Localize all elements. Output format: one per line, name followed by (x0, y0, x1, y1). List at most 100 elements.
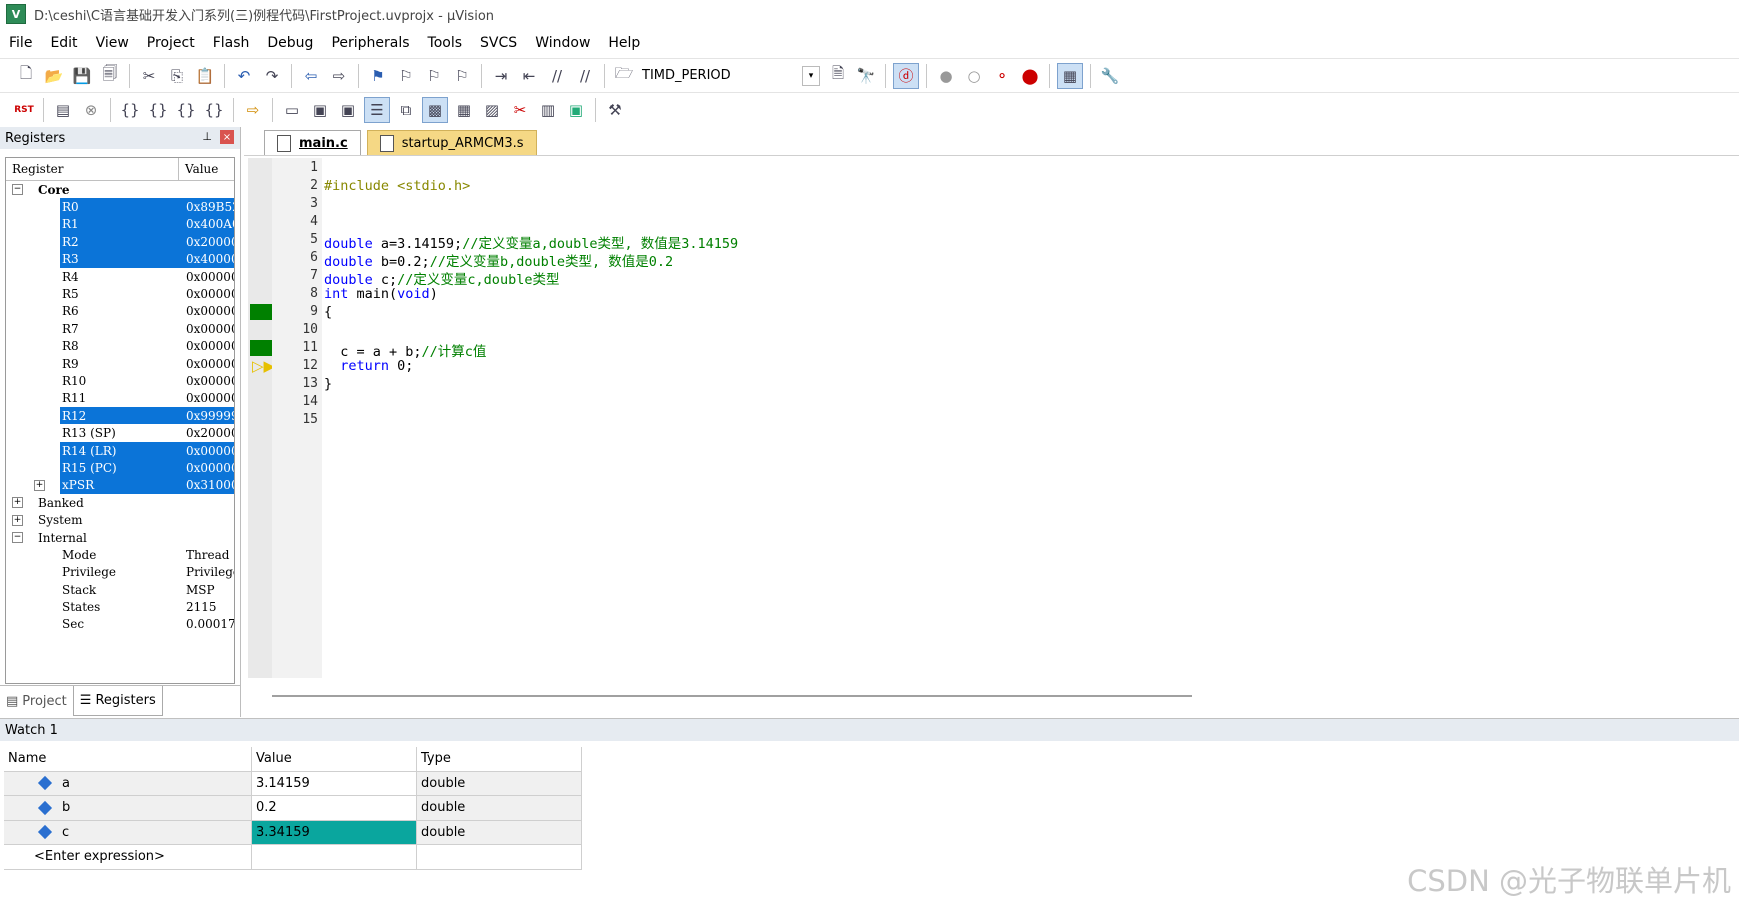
redo-icon[interactable]: ↷ (260, 64, 284, 88)
analysis-window-icon[interactable]: ✂ (508, 98, 532, 122)
register-value[interactable]: 0x31000 (186, 478, 234, 492)
menu-edit[interactable]: Edit (41, 35, 86, 51)
undo-icon[interactable]: ↶ (232, 64, 256, 88)
menu-svcs[interactable]: SVCS (471, 35, 526, 51)
menu-tools[interactable]: Tools (419, 35, 472, 51)
cut-icon[interactable]: ✂ (137, 64, 161, 88)
register-value[interactable]: 0x89B52 (186, 200, 234, 214)
register-value[interactable]: 0x00000 (186, 339, 234, 353)
run-to-cursor-icon[interactable]: {} (202, 98, 226, 122)
stop-icon[interactable]: ⊗ (79, 98, 103, 122)
target-select[interactable]: TIMD_PERIOD (642, 68, 802, 83)
prev-bookmark-icon[interactable]: ⚐ (394, 64, 418, 88)
step-into-icon[interactable]: {} (118, 98, 142, 122)
register-row[interactable]: R3 0x40000 (6, 250, 234, 268)
menu-flash[interactable]: Flash (204, 35, 259, 51)
clear-bookmarks-icon[interactable]: ⚐ (450, 64, 474, 88)
register-row[interactable]: R7 0x00000 (6, 320, 234, 337)
watch-value-cell[interactable]: 3.14159 (252, 771, 417, 796)
tab-main-c[interactable]: main.c (264, 130, 361, 155)
register-value[interactable]: Privileged (186, 565, 234, 579)
bookmark-icon[interactable]: ⚑ (366, 64, 390, 88)
watch-col-value[interactable]: Value (252, 747, 417, 772)
register-row[interactable]: R6 0x00000 (6, 303, 234, 320)
watch-value-cell[interactable]: 0.2 (252, 796, 417, 821)
watch-window-icon[interactable]: ▩ (422, 96, 448, 123)
register-row[interactable]: R15 (PC) 0x00000 (6, 459, 234, 477)
toolbox-icon[interactable]: ⚒ (603, 98, 627, 122)
watch-row[interactable]: c 3.34159 double (4, 820, 584, 845)
paste-icon[interactable]: 📋 (193, 64, 217, 88)
code-area[interactable]: #include <stdio.h> double a=3.14159;//定义… (324, 158, 1724, 678)
register-row[interactable]: R1 0x400A0 (6, 215, 234, 234)
register-value[interactable]: 0x00000 (186, 444, 234, 458)
disable-breakpoint-icon[interactable]: ○ (962, 64, 986, 88)
register-value[interactable]: 0x400A0 (186, 217, 234, 231)
save-all-icon[interactable]: 🗐 (98, 64, 122, 88)
watch-value-cell-changed[interactable]: 3.34159 (252, 820, 417, 845)
register-value[interactable]: 0x40000 (186, 252, 234, 266)
open-folder-icon[interactable]: 📂 (42, 64, 66, 88)
register-row[interactable]: R9 0x00000 (6, 355, 234, 372)
debug-session-icon[interactable]: ⓓ (893, 62, 919, 89)
register-value[interactable]: 0x00000 (186, 287, 234, 301)
find-in-files-icon[interactable]: 🗎 (826, 64, 850, 88)
register-value[interactable]: 0x00000 (186, 461, 234, 475)
register-row[interactable]: R10 0x00000 (6, 372, 234, 389)
expand-icon[interactable]: + (12, 497, 23, 509)
register-value[interactable]: 0x00000 (186, 391, 234, 405)
watch-col-type[interactable]: Type (417, 747, 582, 772)
register-value[interactable]: Thread (186, 548, 234, 562)
register-value[interactable]: 0.00017 (186, 617, 234, 631)
step-over-icon[interactable]: {} (146, 98, 170, 122)
register-row[interactable]: R4 0x00000 (6, 268, 234, 285)
nav-back-icon[interactable]: ⇦ (299, 64, 323, 88)
register-value[interactable]: 2115 (186, 600, 234, 614)
kill-all-breakpoints-icon[interactable]: ⬤ (1018, 64, 1042, 88)
memory-window-icon[interactable]: ▦ (452, 98, 476, 122)
watch-row[interactable]: b 0.2 double (4, 796, 584, 821)
register-value[interactable]: 0x00000 (186, 322, 234, 336)
comment-icon[interactable]: // (545, 64, 569, 88)
watch-enter-expression-row[interactable]: <Enter expression> (4, 845, 584, 870)
register-value[interactable]: 0x00000 (186, 357, 234, 371)
window-layout-icon[interactable]: ▦ (1057, 62, 1083, 89)
save-icon[interactable]: 💾 (70, 64, 94, 88)
close-icon[interactable]: × (220, 130, 234, 144)
expand-icon[interactable]: + (34, 479, 45, 491)
register-row[interactable]: Privilege Privileged (6, 564, 234, 581)
register-column-header[interactable]: Register (6, 158, 179, 180)
symbols-window-icon[interactable]: ▣ (336, 98, 360, 122)
copy-icon[interactable]: ⎘ (165, 64, 189, 88)
register-value[interactable]: 0x20000 (186, 426, 234, 440)
register-row[interactable]: R2 0x20000 (6, 233, 234, 251)
register-value[interactable]: MSP (186, 583, 234, 597)
menu-project[interactable]: Project (138, 35, 204, 51)
register-value[interactable]: 0x20000 (186, 235, 234, 249)
menu-debug[interactable]: Debug (258, 35, 322, 51)
command-window-icon[interactable]: ▭ (280, 98, 304, 122)
configure-icon[interactable]: 🔧 (1098, 64, 1122, 88)
system-viewer-icon[interactable]: ▣ (564, 98, 588, 122)
register-row[interactable]: R13 (SP) 0x20000 (6, 424, 234, 441)
show-next-statement-icon[interactable]: ⇨ (241, 98, 265, 122)
step-out-icon[interactable]: {} (174, 98, 198, 122)
new-file-icon[interactable]: 🗋 (14, 64, 38, 88)
trace-window-icon[interactable]: ▥ (536, 98, 560, 122)
register-row[interactable]: R5 0x00000 (6, 285, 234, 302)
register-row[interactable]: R11 0x00000 (6, 390, 234, 407)
nav-forward-icon[interactable]: ⇨ (327, 64, 351, 88)
breakpoint-gutter[interactable]: ▷▶ (248, 158, 275, 678)
next-bookmark-icon[interactable]: ⚐ (422, 64, 446, 88)
reset-icon[interactable]: RST (12, 98, 36, 122)
register-row[interactable]: R8 0x00000 (6, 338, 234, 355)
breakpoint-marker[interactable] (250, 340, 272, 356)
tab-registers[interactable]: ☰ Registers (72, 686, 163, 716)
register-row[interactable]: R14 (LR) 0x00000 (6, 441, 234, 460)
collapse-icon[interactable]: − (12, 184, 23, 196)
menu-file[interactable]: File (0, 35, 41, 51)
watch-row[interactable]: a 3.14159 double (4, 771, 584, 796)
register-row[interactable]: Stack MSP (6, 581, 234, 598)
menu-peripherals[interactable]: Peripherals (322, 35, 418, 51)
uncomment-icon[interactable]: // (573, 64, 597, 88)
